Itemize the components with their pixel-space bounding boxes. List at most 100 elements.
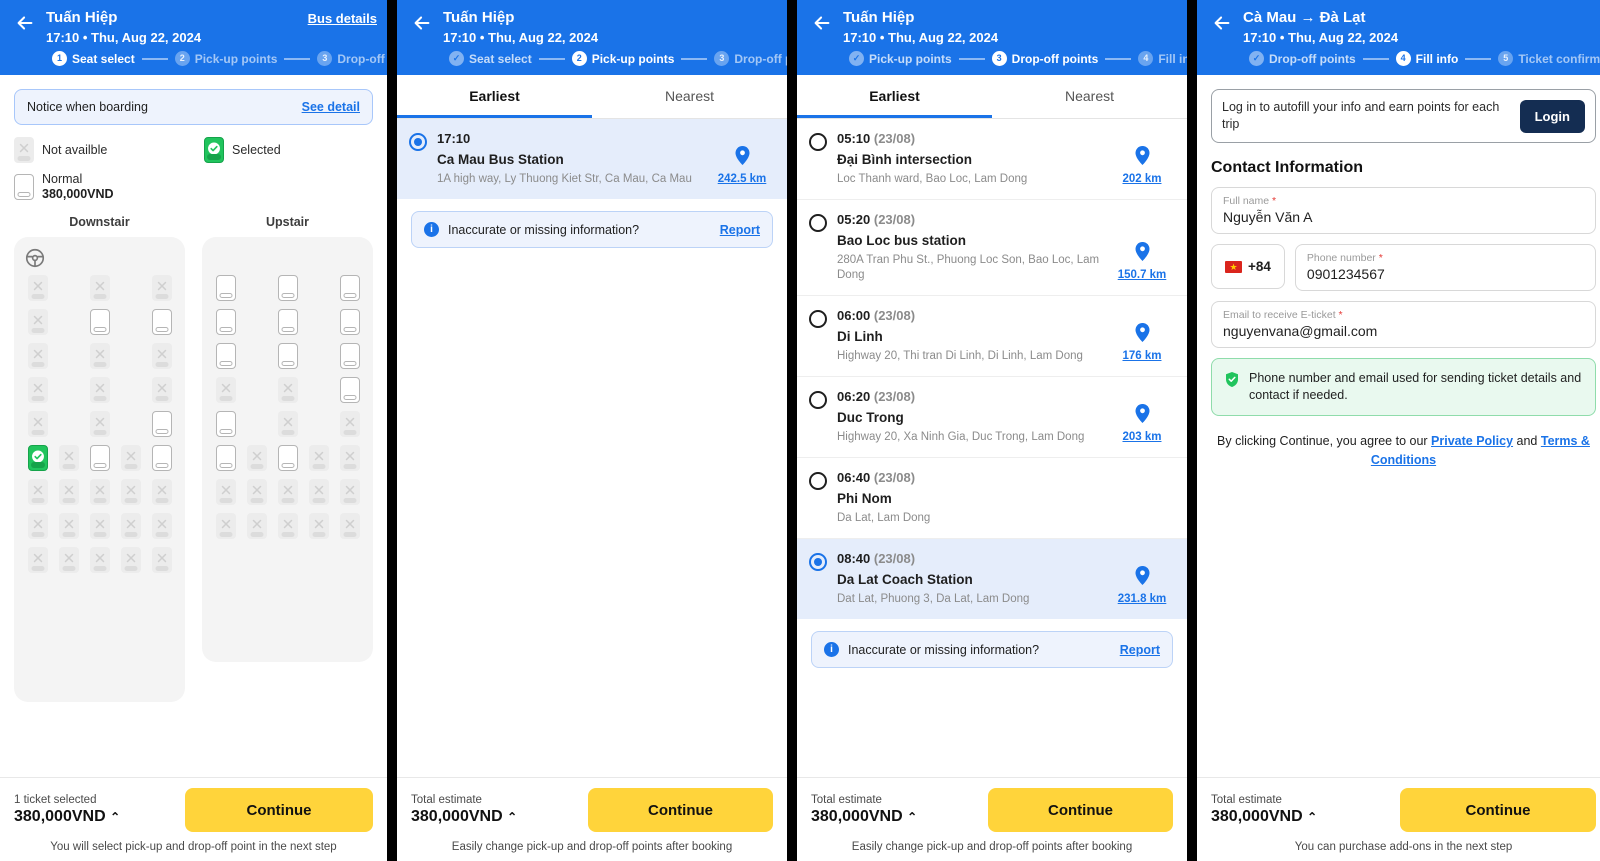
point-distance[interactable]: 150.7 km (1111, 212, 1173, 283)
full-name-label: Full name * (1223, 195, 1277, 207)
seat-available[interactable] (215, 309, 236, 335)
point-radio[interactable] (809, 391, 827, 409)
point-radio[interactable] (409, 133, 427, 151)
seat-unavailable (89, 513, 110, 539)
continue-button[interactable]: Continue (588, 788, 773, 832)
step-drop-off-points[interactable]: 3 Drop-off points (991, 51, 1098, 66)
seat-available[interactable] (151, 445, 172, 471)
point-distance[interactable]: 242.5 km (711, 131, 773, 187)
tab-nearest[interactable]: Nearest (592, 75, 787, 118)
continue-button[interactable]: Continue (1400, 788, 1596, 832)
step-seat-select[interactable]: 1 Seat select (52, 51, 135, 66)
email-field[interactable]: Email to receive E-ticket * nguyenvana@g… (1211, 301, 1596, 348)
seat-available[interactable] (277, 445, 298, 471)
step-label: Pick-up points (869, 51, 952, 66)
report-text: Inaccurate or missing information? (848, 642, 1040, 657)
step-seat-select[interactable]: ✓ Seat select (449, 51, 532, 66)
tab-nearest[interactable]: Nearest (992, 75, 1187, 118)
step-pick-up-points[interactable]: 2 Pick-up points (174, 51, 277, 66)
point-row[interactable]: 06:20 (23/08) Duc Trong Highway 20, Xa Nin… (797, 377, 1187, 458)
sort-tabs: Earliest Nearest (397, 75, 787, 119)
seat-available[interactable] (151, 411, 172, 437)
seat-available[interactable] (277, 309, 298, 335)
seat-available[interactable] (89, 445, 110, 471)
seat-available[interactable] (339, 275, 360, 301)
point-distance[interactable]: 202 km (1111, 131, 1173, 187)
country-code-selector[interactable]: +84 (1211, 244, 1285, 289)
seat-available[interactable] (339, 309, 360, 335)
tab-earliest[interactable]: Earliest (797, 75, 992, 118)
seat-available[interactable] (215, 445, 236, 471)
step-fill-info[interactable]: 4 Fill info (1138, 51, 1187, 66)
seat-cell (241, 513, 272, 539)
step-drop-off-points[interactable]: ✓ Drop-off points (1249, 51, 1356, 66)
seat-available[interactable] (215, 411, 236, 437)
bus-details-link[interactable]: Bus details (308, 8, 377, 26)
point-radio[interactable] (809, 214, 827, 232)
point-radio[interactable] (809, 310, 827, 328)
step-drop-off-points[interactable]: 3 Drop-off points (714, 51, 787, 66)
step-drop-off-points[interactable]: 3 Drop-off points (317, 51, 387, 66)
continue-button[interactable]: Continue (988, 788, 1173, 832)
see-detail-link[interactable]: See detail (302, 100, 360, 114)
footer-price[interactable]: 380,000VND ⌃ (411, 808, 517, 826)
point-distance[interactable] (1111, 470, 1173, 526)
full-name-field[interactable]: Full name * Nguyễn Văn A (1211, 187, 1596, 234)
point-name: Đại Bình intersection (837, 152, 973, 167)
point-row[interactable]: 05:20 (23/08) Bao Loc bus station 280A Tra… (797, 200, 1187, 296)
point-row[interactable]: 06:00 (23/08) Di Linh Highway 20, Thi tran… (797, 296, 1187, 377)
report-link[interactable]: Report (1120, 643, 1160, 657)
step-ticket-confirmation[interactable]: 5 Ticket confirmation (1498, 51, 1600, 66)
phone-number-field[interactable]: Phone number * 0901234567 (1294, 244, 1596, 291)
seat-available[interactable] (339, 377, 360, 403)
footer-price[interactable]: 380,000VND ⌃ (14, 808, 120, 826)
contact-information-heading: Contact Information (1211, 159, 1363, 176)
point-radio[interactable] (809, 472, 827, 490)
step-pick-up-points[interactable]: 2 Pick-up points (571, 51, 675, 66)
login-prompt: Log in to autofill your info and earn po… (1211, 89, 1596, 143)
point-radio[interactable] (809, 133, 827, 151)
seat-unavailable (27, 411, 48, 437)
seat-available[interactable] (277, 275, 298, 301)
seat-available[interactable] (339, 343, 360, 369)
point-distance[interactable]: 176 km (1111, 308, 1173, 364)
back-button[interactable] (1207, 8, 1237, 38)
continue-button[interactable]: Continue (185, 788, 373, 832)
map-pin-icon (1135, 404, 1150, 428)
point-distance[interactable]: 203 km (1111, 389, 1173, 445)
private-policy-link[interactable]: Private Policy (1431, 434, 1513, 448)
seat-available[interactable] (277, 343, 298, 369)
point-row[interactable]: 17:10 Ca Mau Bus Station 1A high way, Ly T… (397, 119, 787, 199)
seat-available[interactable] (215, 343, 236, 369)
trip-datetime: 17:10 • Thu, Aug 22, 2024 (443, 30, 599, 45)
report-link[interactable]: Report (720, 223, 760, 237)
vietnam-flag-icon (1225, 260, 1242, 273)
back-button[interactable] (407, 8, 437, 38)
step-fill-info[interactable]: 4 Fill info (1395, 51, 1458, 66)
point-row[interactable]: 08:40 (23/08) Da Lat Coach Station Dat Lat… (797, 539, 1187, 619)
back-button[interactable] (807, 8, 837, 38)
step-pick-up-points[interactable]: ✓ Pick-up points (849, 51, 952, 66)
seat-available[interactable] (151, 309, 172, 335)
seat-unavailable (151, 275, 172, 301)
seat-empty-space (115, 343, 146, 369)
tab-earliest[interactable]: Earliest (397, 75, 592, 118)
point-row[interactable]: 05:10 (23/08) Đại Bình intersection Loc Th… (797, 119, 1187, 200)
seat-cell (210, 479, 241, 505)
seat-available[interactable] (89, 309, 110, 335)
seat-selected[interactable] (27, 445, 48, 471)
step-label: Pick-up points (591, 51, 675, 66)
back-button[interactable] (10, 8, 40, 38)
login-button[interactable]: Login (1519, 99, 1585, 133)
boarding-notice[interactable]: Notice when boarding See detail (14, 89, 373, 125)
point-row[interactable]: 06:40 (23/08) Phi Nom Da Lat, Lam Dong (797, 458, 1187, 539)
seat-empty-space (115, 275, 146, 301)
point-address: Highway 20, Xa Ninh Gia, Duc Trong, Lam … (837, 431, 1085, 443)
point-radio[interactable] (809, 553, 827, 571)
step-label: Drop-off points (337, 51, 387, 66)
point-distance[interactable]: 231.8 km (1111, 551, 1173, 607)
footer-price[interactable]: 380,000VND ⌃ (811, 808, 917, 826)
footer-price[interactable]: 380,000VND ⌃ (1211, 808, 1317, 826)
point-time: 06:20 (23/08) (837, 389, 916, 404)
seat-available[interactable] (215, 275, 236, 301)
